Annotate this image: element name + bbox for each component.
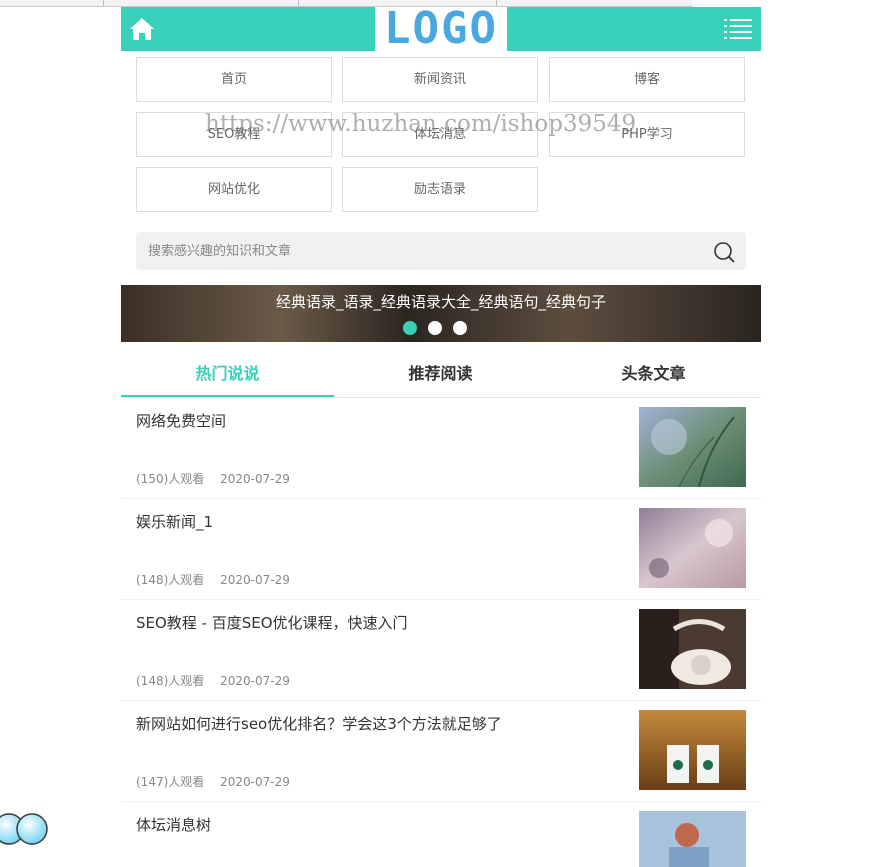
nav-item-quotes[interactable]: 励志语录 bbox=[342, 167, 538, 212]
publish-date: 2020-07-29 bbox=[220, 573, 290, 587]
list-item[interactable]: 网络免费空间 (150)人观看 2020-07-29 bbox=[121, 397, 761, 499]
article-title[interactable]: 娱乐新闻_1 bbox=[136, 511, 213, 532]
content-tabs: 热门说说 推荐阅读 头条文章 bbox=[121, 352, 761, 398]
nav-item-php[interactable]: PHP学习 bbox=[549, 112, 745, 157]
nav-item-sports[interactable]: 体坛消息 bbox=[342, 112, 538, 157]
article-thumbnail[interactable] bbox=[639, 508, 746, 588]
banner-title[interactable]: 经典语录_语录_经典语录大全_经典语句_经典句子 bbox=[121, 291, 761, 312]
view-count: (150)人观看 bbox=[136, 472, 205, 486]
home-button[interactable] bbox=[129, 17, 155, 41]
nav-item-home[interactable]: 首页 bbox=[136, 57, 332, 102]
publish-date: 2020-07-29 bbox=[220, 775, 290, 789]
article-title[interactable]: SEO教程 - 百度SEO优化课程，快速入门 bbox=[136, 612, 408, 633]
list-item[interactable]: SEO教程 - 百度SEO优化课程，快速入门 (148)人观看 2020-07-… bbox=[121, 599, 761, 701]
search-input[interactable] bbox=[136, 232, 720, 270]
tab-hot[interactable]: 热门说说 bbox=[121, 352, 334, 397]
tab-headlines[interactable]: 头条文章 bbox=[547, 352, 760, 395]
publish-date: 2020-07-29 bbox=[220, 472, 290, 486]
article-title[interactable]: 体坛消息树 bbox=[136, 814, 211, 835]
slider-dot-1[interactable] bbox=[403, 321, 417, 335]
article-thumbnail[interactable] bbox=[639, 609, 746, 689]
slider-dot-3[interactable] bbox=[453, 321, 468, 335]
site-logo[interactable]: LOGO bbox=[375, 7, 507, 51]
browser-tab-strip bbox=[0, 0, 692, 7]
floating-bubbles-icon[interactable] bbox=[0, 812, 52, 846]
slider-dots bbox=[403, 320, 473, 335]
search-bar bbox=[136, 232, 746, 270]
article-thumbnail[interactable] bbox=[639, 407, 746, 487]
search-button[interactable] bbox=[712, 240, 736, 264]
list-item[interactable]: 娱乐新闻_1 (148)人观看 2020-07-29 bbox=[121, 498, 761, 600]
view-count: (148)人观看 bbox=[136, 573, 205, 587]
article-title[interactable]: 新网站如何进行seo优化排名？学会这3个方法就足够了 bbox=[136, 713, 502, 734]
article-meta: (148)人观看 2020-07-29 bbox=[136, 672, 302, 689]
article-meta: (147)人观看 2020-07-29 bbox=[136, 773, 302, 790]
article-thumbnail[interactable] bbox=[639, 811, 746, 867]
article-meta: (148)人观看 2020-07-29 bbox=[136, 571, 302, 588]
list-item[interactable]: 新网站如何进行seo优化排名？学会这3个方法就足够了 (147)人观看 2020… bbox=[121, 700, 761, 802]
nav-item-news[interactable]: 新闻资讯 bbox=[342, 57, 538, 102]
nav-item-optimization[interactable]: 网站优化 bbox=[136, 167, 332, 212]
mobile-page: LOGO 首页 新闻资讯 博客 SEO教程 体坛消息 PHP学习 网站优化 励志… bbox=[121, 7, 761, 867]
tab-recommended[interactable]: 推荐阅读 bbox=[334, 352, 547, 395]
menu-button[interactable] bbox=[723, 17, 753, 41]
list-menu-icon bbox=[724, 19, 752, 39]
view-count: (148)人观看 bbox=[136, 674, 205, 688]
view-count: (147)人观看 bbox=[136, 775, 205, 789]
publish-date: 2020-07-29 bbox=[220, 674, 290, 688]
article-title[interactable]: 网络免费空间 bbox=[136, 410, 226, 431]
search-icon bbox=[714, 242, 735, 263]
header-bar: LOGO bbox=[121, 7, 761, 51]
banner-slider[interactable]: 经典语录_语录_经典语录大全_经典语句_经典句子 bbox=[121, 285, 761, 342]
list-item[interactable]: 体坛消息树 bbox=[121, 801, 761, 867]
home-icon bbox=[130, 18, 154, 40]
nav-item-seo[interactable]: SEO教程 bbox=[136, 112, 332, 157]
nav-item-blog[interactable]: 博客 bbox=[549, 57, 745, 102]
article-thumbnail[interactable] bbox=[639, 710, 746, 790]
slider-dot-2[interactable] bbox=[428, 321, 443, 335]
article-meta: (150)人观看 2020-07-29 bbox=[136, 470, 302, 487]
